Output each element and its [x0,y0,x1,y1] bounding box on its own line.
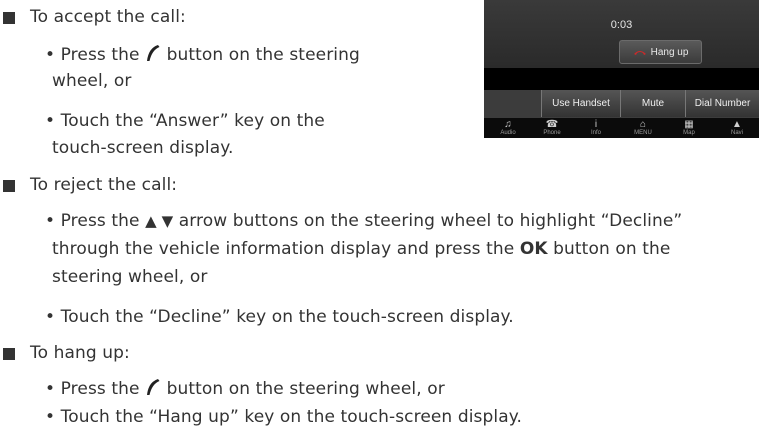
reject-step-1-cont: through the vehicle information display … [52,239,671,259]
home-icon: ⌂ [639,119,647,130]
touch-screen-display: 0:03 Hang up Use Handset Mute Dial Numbe… [484,0,759,138]
hangup-step-1: • Press the button on the steering wheel… [45,379,445,399]
menu-item-audio[interactable]: ♫ Audio [486,118,530,138]
info-icon: i [594,119,598,130]
mute-button[interactable]: Mute [620,90,685,117]
hang-up-button[interactable]: Hang up [619,40,702,64]
blank-key [484,90,541,117]
menu-item-map[interactable]: ▦ Map [667,118,711,138]
phone-icon: ☎ [545,119,559,130]
menu-item-menu[interactable]: ⌂ MENU [621,118,665,138]
hangup-heading: To hang up: [30,343,130,363]
use-handset-button[interactable]: Use Handset [541,90,620,117]
hangup-step-2: • Touch the “Hang up” key on the touch-s… [45,407,522,427]
menu-item-info[interactable]: i Info [574,118,618,138]
ok-button-label: OK [519,239,548,259]
accept-step-1: • Press the button on the steering [45,45,360,65]
menu-item-navi[interactable]: ▲ Navi [715,118,759,138]
phone-button-icon [147,379,160,395]
menu-item-phone[interactable]: ☎ Phone [530,118,574,138]
phone-button-icon [147,45,160,61]
accept-step-1-cont: wheel, or [52,71,132,91]
bullet-square [3,348,15,360]
accept-heading: To accept the call: [30,7,186,27]
accept-step-2: • Touch the “Answer” key on the [45,111,325,131]
navigation-icon: ▲ [732,119,742,130]
map-icon: ▦ [684,119,694,130]
reject-heading: To reject the call: [30,175,178,195]
dial-number-button[interactable]: Dial Number [685,90,759,117]
bullet-square [3,12,15,24]
reject-step-2: • Touch the “Decline” key on the touch-s… [45,307,514,327]
up-down-arrows-icon: ▲ ▼ [145,212,174,230]
hang-up-label: Hang up [650,46,689,58]
accept-step-2-cont: touch-screen display. [52,138,234,158]
reject-step-1: • Press the ▲ ▼ arrow buttons on the ste… [45,211,683,231]
bullet-square [3,180,15,192]
handset-icon [633,50,646,55]
reject-step-1-cont2: steering wheel, or [52,267,208,287]
call-timer: 0:03 [610,19,633,31]
music-note-icon: ♫ [504,119,512,130]
